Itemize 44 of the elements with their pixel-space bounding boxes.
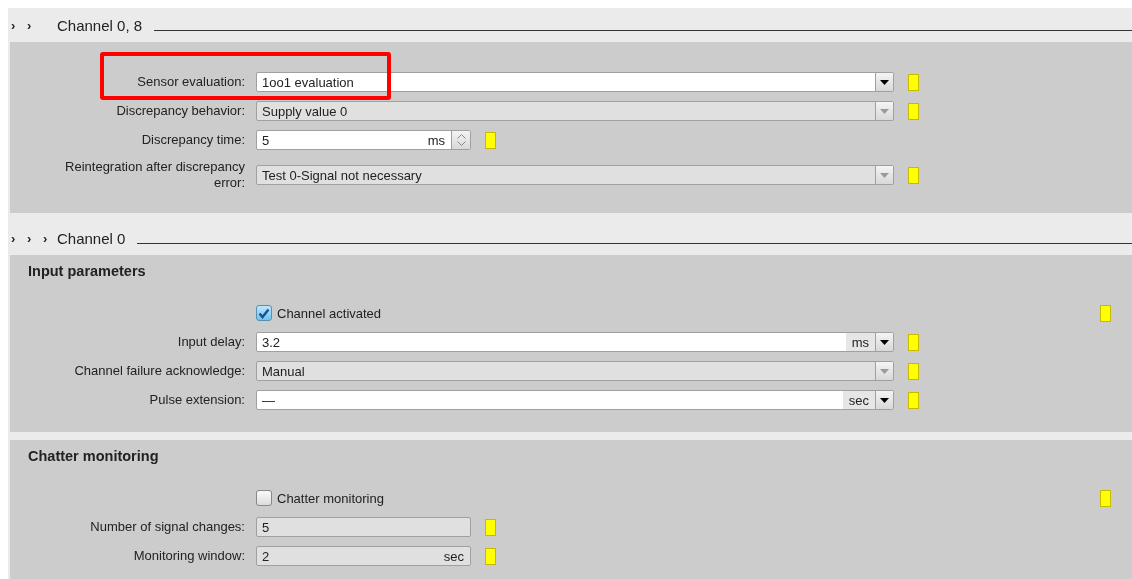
field-label: Discrepancy behavior: <box>116 103 245 119</box>
expand-chevrons[interactable]: › › › <box>10 230 57 246</box>
caret-icon <box>880 172 889 178</box>
status-marker <box>1100 489 1111 507</box>
status-marker <box>1100 304 1111 322</box>
field-label: Reintegration after discrepancy error: <box>64 159 245 191</box>
caret-icon <box>880 79 889 85</box>
status-marker <box>485 518 496 536</box>
status-marker <box>485 547 496 565</box>
group-heading: Chatter monitoring <box>27 447 160 466</box>
checkbox[interactable]: Chatter monitoring <box>256 490 384 506</box>
status-marker <box>908 362 919 380</box>
expand-chevrons[interactable]: › › <box>10 17 57 33</box>
spin-field[interactable]: 5 ms <box>256 130 471 150</box>
section-title: Channel 0 <box>57 229 126 247</box>
field-label: Pulse extension: <box>149 392 245 408</box>
caret-icon <box>880 339 889 345</box>
group-heading: Input parameters <box>27 262 147 281</box>
field-label: Channel failure acknowledge: <box>74 363 245 379</box>
caret-icon <box>880 397 889 403</box>
caret-icon <box>880 108 889 114</box>
spinner-icon[interactable] <box>451 131 470 149</box>
section-title: Channel 0, 8 <box>57 16 143 34</box>
input-field[interactable]: — sec <box>256 390 894 410</box>
unit-label: ms <box>426 131 446 149</box>
status-marker <box>908 333 919 351</box>
input-field[interactable]: 3.2 ms <box>256 332 894 352</box>
status-marker <box>908 102 919 120</box>
checkmark-icon <box>258 307 270 319</box>
field-label: Discrepancy time: <box>141 132 245 148</box>
status-marker <box>908 166 919 184</box>
checkbox[interactable]: Channel activated <box>256 305 382 321</box>
field-label: Input delay: <box>177 334 245 350</box>
status-marker <box>908 391 919 409</box>
unit-label: sec <box>442 547 465 565</box>
status-marker <box>485 131 496 149</box>
field-label: Number of signal changes: <box>90 519 245 535</box>
dropdown[interactable]: 1oo1 evaluation <box>256 72 894 92</box>
unit-label: sec <box>842 391 875 409</box>
caret-icon <box>880 368 889 374</box>
field-label: Sensor evaluation: <box>137 74 245 90</box>
field-label: Monitoring window: <box>133 548 245 564</box>
unit-label: ms <box>845 333 875 351</box>
status-marker <box>908 73 919 91</box>
